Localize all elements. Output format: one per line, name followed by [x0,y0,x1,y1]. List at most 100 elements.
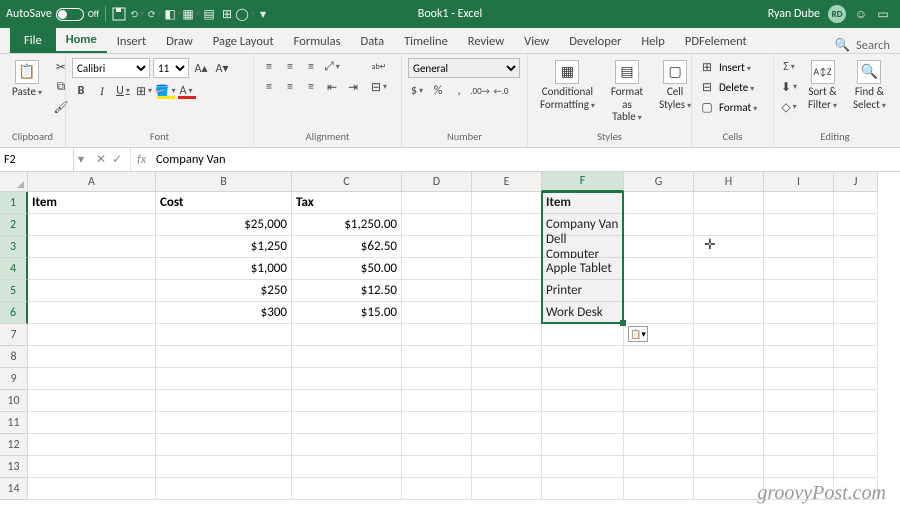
format-as-table-button[interactable]: ▤ Format as Table [605,58,649,126]
cell-B14[interactable] [156,478,292,500]
cell-I3[interactable] [764,236,834,258]
cell-H1[interactable] [694,192,764,214]
redo-icon[interactable] [148,7,162,21]
cell-G9[interactable] [624,368,694,390]
row-header-4[interactable]: 4 [0,258,28,280]
cell-B6[interactable]: $300 [156,302,292,324]
cell-A4[interactable] [28,258,156,280]
cell-B4[interactable]: $1,000 [156,258,292,280]
cell-H5[interactable] [694,280,764,302]
cell-E9[interactable] [472,368,542,390]
sort-filter-button[interactable]: A↕Z Sort & Filter [802,58,843,113]
fill-icon[interactable]: ⬇ [780,78,798,96]
cell-J10[interactable] [834,390,878,412]
cell-A11[interactable] [28,412,156,434]
cell-C13[interactable] [292,456,402,478]
cell-B13[interactable] [156,456,292,478]
cell-D3[interactable] [402,236,472,258]
cell-E12[interactable] [472,434,542,456]
row-header-12[interactable]: 12 [0,434,28,456]
align-middle-icon[interactable]: ≡ [281,58,299,76]
cell-G10[interactable] [624,390,694,412]
cell-I6[interactable] [764,302,834,324]
cell-A10[interactable] [28,390,156,412]
cell-H3[interactable] [694,236,764,258]
tab-pdfelement[interactable]: PDFelement [675,29,757,53]
fill-color-button[interactable]: 🪣 [156,82,174,100]
insert-cells-button[interactable]: ⊞Insert [698,58,751,76]
cell-D5[interactable] [402,280,472,302]
cell-B1[interactable]: Cost [156,192,292,214]
tab-review[interactable]: Review [458,29,514,53]
align-left-icon[interactable]: ≡ [260,78,278,96]
window-icon[interactable]: ▭ [876,7,890,21]
cell-E13[interactable] [472,456,542,478]
cell-I13[interactable] [764,456,834,478]
col-header-A[interactable]: A [28,172,156,192]
cell-A1[interactable]: Item [28,192,156,214]
cell-E2[interactable] [472,214,542,236]
cell-G2[interactable] [624,214,694,236]
comma-icon[interactable]: , [450,82,468,100]
font-name-select[interactable]: Calibri [72,58,150,78]
cell-J12[interactable] [834,434,878,456]
cell-D14[interactable] [402,478,472,500]
cell-H13[interactable] [694,456,764,478]
cell-G14[interactable] [624,478,694,500]
row-header-14[interactable]: 14 [0,478,28,500]
cell-A3[interactable] [28,236,156,258]
row-header-8[interactable]: 8 [0,346,28,368]
tab-file[interactable]: File [10,28,56,53]
cell-I14[interactable] [764,478,834,500]
tab-insert[interactable]: Insert [107,29,156,53]
cell-I9[interactable] [764,368,834,390]
delete-cells-button[interactable]: ⊟Delete [698,78,754,96]
cell-I11[interactable] [764,412,834,434]
cell-F3[interactable]: Dell Computer [542,236,624,258]
cell-E5[interactable] [472,280,542,302]
underline-button[interactable]: U [114,82,132,100]
cell-J14[interactable] [834,478,878,500]
cell-A5[interactable] [28,280,156,302]
save-icon[interactable] [112,7,126,21]
cell-F14[interactable] [542,478,624,500]
align-center-icon[interactable]: ≡ [281,78,299,96]
select-all-corner[interactable] [0,172,28,192]
cell-C9[interactable] [292,368,402,390]
indent-decrease-icon[interactable]: ⇤ [323,78,341,96]
cell-A12[interactable] [28,434,156,456]
cell-I7[interactable] [764,324,834,346]
tab-home[interactable]: Home [56,27,107,53]
font-color-button[interactable]: A [177,82,195,100]
cell-J13[interactable] [834,456,878,478]
cell-D9[interactable] [402,368,472,390]
cell-D7[interactable] [402,324,472,346]
cell-I12[interactable] [764,434,834,456]
row-header-3[interactable]: 3 [0,236,28,258]
cell-E3[interactable] [472,236,542,258]
cell-I2[interactable] [764,214,834,236]
cell-B11[interactable] [156,412,292,434]
name-box[interactable] [0,148,74,171]
percent-icon[interactable]: % [429,82,447,100]
cell-H11[interactable] [694,412,764,434]
format-cells-button[interactable]: ▢Format [698,98,757,116]
cell-F5[interactable]: Printer [542,280,624,302]
cell-F1[interactable]: Item [542,192,624,214]
cell-F6[interactable]: Work Desk [542,302,624,324]
cell-F7[interactable] [542,324,624,346]
row-header-1[interactable]: 1 [0,192,28,214]
paste-options-button[interactable]: 📋▾ [628,326,648,342]
cell-G11[interactable] [624,412,694,434]
cell-C2[interactable]: $1,250.00 [292,214,402,236]
cell-G12[interactable] [624,434,694,456]
cell-C8[interactable] [292,346,402,368]
cell-G8[interactable] [624,346,694,368]
border-button[interactable]: ⊞ [135,82,153,100]
qat-icon-2[interactable]: ▦ [184,7,198,21]
col-header-G[interactable]: G [624,172,694,192]
qat-icon-1[interactable]: ◧ [166,7,180,21]
cell-G6[interactable] [624,302,694,324]
cell-F13[interactable] [542,456,624,478]
cell-C10[interactable] [292,390,402,412]
